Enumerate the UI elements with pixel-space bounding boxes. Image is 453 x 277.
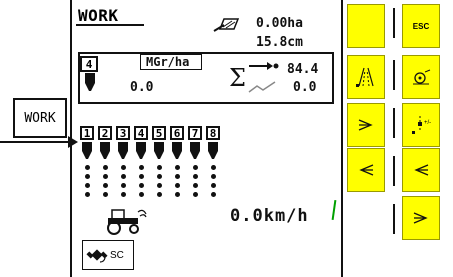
esc-label: ESC: [412, 21, 430, 31]
section-4[interactable]: 4: [134, 126, 148, 140]
separator: [393, 204, 395, 234]
spray-dot: [193, 192, 198, 197]
speed-value: 0.0km/h: [230, 206, 309, 226]
spray-dot: [103, 174, 108, 179]
separator: [393, 156, 395, 186]
satellite-icon: [86, 249, 108, 263]
esc-button[interactable]: ESC: [402, 4, 440, 48]
spray-dot: [85, 165, 90, 170]
title-underline: [76, 24, 144, 26]
spray-dot: [175, 183, 180, 188]
nozzle-icon: [85, 73, 95, 91]
spray-dot: [157, 165, 162, 170]
separator: [393, 60, 395, 90]
sum-value-bottom: 0.0: [293, 80, 317, 95]
spray-dot: [193, 183, 198, 188]
distance-value: 15.8cm: [256, 35, 303, 50]
tractor-icon: [107, 209, 147, 235]
nozzle-7-icon: [190, 142, 200, 159]
spray-dot: [139, 192, 144, 197]
marker-icon: +/-: [412, 116, 431, 134]
callout-arrow-icon: [0, 136, 78, 148]
section-7[interactable]: 7: [188, 126, 202, 140]
spray-dot: [85, 183, 90, 188]
separator: [393, 108, 395, 138]
spray-dot: [139, 174, 144, 179]
spray-dot: [121, 174, 126, 179]
nozzle-1-icon: [82, 142, 92, 159]
nozzle-4-icon: [136, 142, 146, 159]
nozzle-3-icon: [118, 142, 128, 159]
section-5[interactable]: 5: [152, 126, 166, 140]
nozzle-6-icon: [172, 142, 182, 159]
softkey-marker-icon[interactable]: +/-: [402, 103, 440, 147]
spray-dot: [211, 165, 216, 170]
softkey-left-1-blank-yellow[interactable]: [347, 4, 385, 48]
spray-dot: [211, 174, 216, 179]
spray-dot: [85, 174, 90, 179]
rotor-icon: [413, 69, 431, 85]
spray-dot: [211, 192, 216, 197]
screen-title: WORK: [78, 6, 119, 25]
spray-dot: [157, 183, 162, 188]
section-1[interactable]: 1: [80, 126, 94, 140]
section-8[interactable]: 8: [206, 126, 220, 140]
softkey-arrow-left-icon[interactable]: [347, 148, 385, 192]
spray-dot: [103, 183, 108, 188]
separator: [393, 8, 395, 38]
softkey-arrow-right-2-icon[interactable]: [402, 196, 440, 240]
arrow-left-icon: [414, 164, 429, 176]
spray-dot: [193, 174, 198, 179]
rate-section-number: 4: [80, 56, 98, 72]
rate-value: 0.0: [130, 80, 154, 95]
section-6[interactable]: 6: [170, 126, 184, 140]
softkey-rotor-icon[interactable]: [402, 55, 440, 99]
gps-status-label: SC: [110, 250, 124, 261]
arrow-right-icon: [358, 119, 373, 131]
spray-dot: [139, 183, 144, 188]
sum-direction-icon: [248, 62, 279, 93]
section-3[interactable]: 3: [116, 126, 130, 140]
spray-dot: [103, 165, 108, 170]
arrow-left-icon: [359, 164, 374, 176]
rate-panel: [78, 52, 334, 104]
spray-dot: [121, 183, 126, 188]
spray-dot: [157, 192, 162, 197]
arrow-right-icon: [413, 212, 428, 224]
nozzle-8-icon: [208, 142, 218, 159]
spray-dot: [121, 165, 126, 170]
spray-dot: [139, 165, 144, 170]
field-area-icon: [213, 18, 240, 32]
softkey-tramline-icon[interactable]: [347, 55, 385, 99]
spray-dot: [103, 192, 108, 197]
softkey-arrow-left-2-icon[interactable]: [402, 148, 440, 192]
nozzle-5-icon: [154, 142, 164, 159]
sum-value-top: 84.4: [287, 62, 319, 77]
spray-dot: [175, 192, 180, 197]
softkey-arrow-right-icon[interactable]: [347, 103, 385, 147]
sigma-icon: Σ: [229, 64, 246, 92]
spray-dot: [211, 183, 216, 188]
rate-unit: MGr/ha: [146, 55, 190, 69]
spray-dot: [121, 192, 126, 197]
area-value: 0.00ha: [256, 16, 303, 31]
spray-dot: [193, 165, 198, 170]
spray-dot: [175, 174, 180, 179]
spray-dot: [175, 165, 180, 170]
spray-dot: [85, 192, 90, 197]
svg-text:+/-: +/-: [424, 120, 431, 126]
softkey-left-5-blank[interactable]: [347, 196, 385, 240]
tramline-icon: [356, 67, 374, 87]
section-2[interactable]: 2: [98, 126, 112, 140]
nozzle-2-icon: [100, 142, 110, 159]
spray-dot: [157, 174, 162, 179]
